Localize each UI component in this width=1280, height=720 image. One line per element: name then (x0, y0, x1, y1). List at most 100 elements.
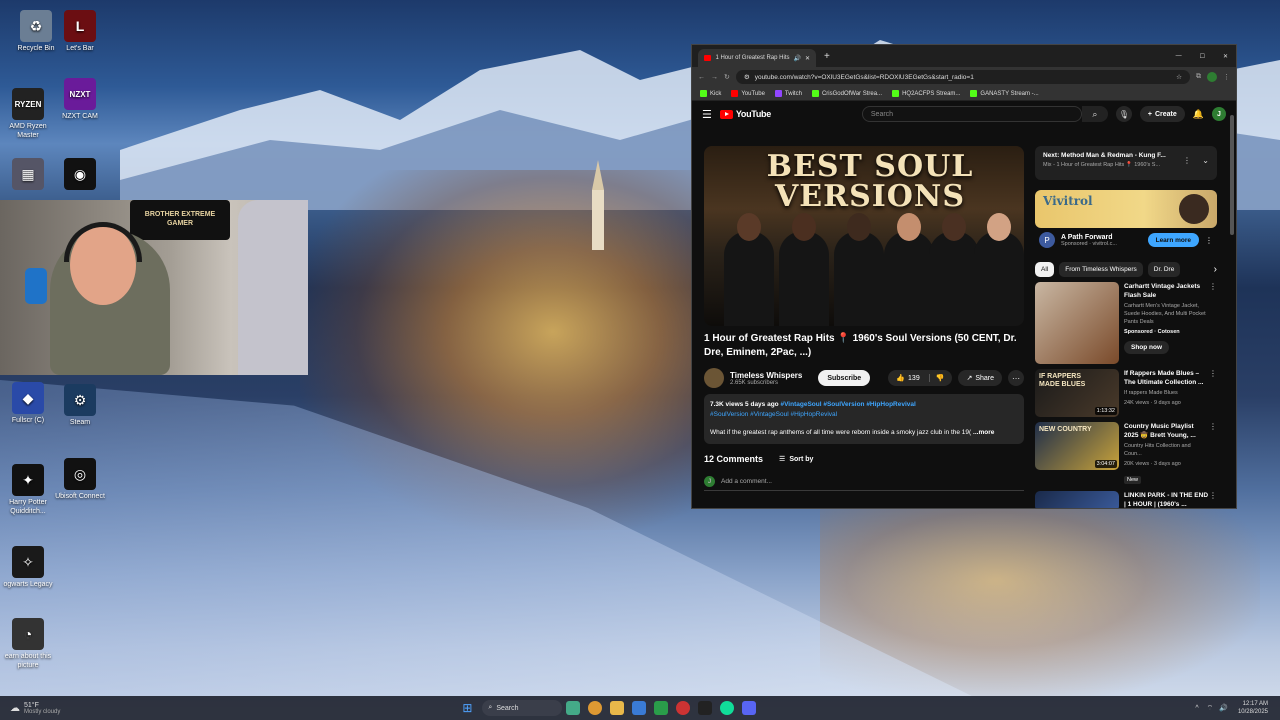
ad-banner[interactable]: Vivitrol (1035, 190, 1217, 228)
discord-icon[interactable] (742, 701, 757, 715)
close-tab-icon[interactable]: ✕ (805, 55, 810, 62)
site-info-icon[interactable]: ⚙ (744, 73, 750, 81)
edge-icon[interactable] (720, 701, 735, 715)
clock[interactable]: 12:17 AM 10/28/2025 (1238, 700, 1268, 716)
file-explorer-icon[interactable] (566, 701, 581, 715)
bookmark-item[interactable]: HQ2ACFPS Stream... (892, 90, 960, 97)
url-bar[interactable]: ⚙ youtube.com/watch?v=OXlU3EGetGs&list=R… (735, 70, 1190, 84)
search-input[interactable]: Search (861, 106, 1082, 122)
microphone-icon[interactable]: 🎙 (1115, 106, 1132, 122)
recommendation-title[interactable]: LINKIN PARK - IN THE END | 1 HOUR | (196… (1124, 491, 1209, 508)
sort-button[interactable]: ☰ Sort by (779, 455, 813, 464)
folder-icon[interactable] (610, 701, 625, 715)
tab-youtube[interactable]: 1 Hour of Greatest Rap Hits 🔊 ✕ (698, 49, 816, 67)
profile-icon[interactable] (1207, 72, 1217, 82)
new-tab-icon[interactable]: + (824, 51, 830, 62)
wifi-icon[interactable]: ⌔ (1207, 704, 1214, 713)
taskbar-search[interactable]: ⌕ Search (482, 700, 563, 716)
more-actions-icon[interactable]: ⋯ (1008, 370, 1024, 386)
recommendation-menu-icon[interactable]: ⋮ (1209, 422, 1217, 431)
extensions-icon[interactable]: ⧉ (1196, 73, 1201, 81)
browser-window[interactable]: 1 Hour of Greatest Rap Hits 🔊 ✕ + — ☐ ✕ … (691, 44, 1237, 509)
hamburger-icon[interactable]: ☰ (702, 108, 712, 121)
recommendation-title[interactable]: Carhartt Vintage Jackets Flash Sale (1124, 282, 1209, 300)
desktop-icon[interactable]: ⚙ Steam (52, 384, 108, 427)
desktop-icon[interactable]: NZXT NZXT CAM (52, 78, 108, 121)
windows-start-icon[interactable]: ⊞ (462, 701, 472, 715)
xbox-icon[interactable] (654, 701, 669, 715)
video-thumbnail[interactable]: IF RAPPERS MADE BLUES 1:13:32 (1035, 369, 1119, 417)
weather-widget[interactable]: ☁ 51°F Mostly cloudy (10, 702, 60, 715)
add-comment-field[interactable]: J Add a comment... (704, 476, 1024, 491)
desktop-icon[interactable]: ◆ Fullscr (C) (0, 382, 56, 425)
youtube-logo[interactable]: YouTube (719, 109, 771, 119)
channel-name[interactable]: Timeless Whispers (730, 371, 802, 380)
learn-more-button[interactable]: Learn more (1147, 233, 1199, 247)
filter-chip[interactable]: From Timeless Whispers (1059, 262, 1143, 277)
search-icon[interactable]: ⌕ (1081, 106, 1108, 122)
bookmark-item[interactable]: Kick (700, 90, 721, 97)
bookmark-star-icon[interactable]: ☆ (1176, 73, 1182, 81)
desktop-icon[interactable]: ◔ earn about this picture (0, 618, 56, 670)
like-button[interactable]: 👍 139 👎 (888, 370, 953, 386)
app-icon[interactable] (676, 701, 691, 715)
subscribe-button[interactable]: Subscribe (818, 370, 871, 386)
chrome-icon[interactable] (588, 701, 603, 715)
video-player[interactable]: BEST SOUL VERSIONS (704, 146, 1024, 326)
bookmark-item[interactable]: CrisGodOfWar Strea... (811, 90, 882, 97)
reload-icon[interactable]: ↻ (724, 73, 730, 81)
recommendation-menu-icon[interactable]: ⋮ (1209, 282, 1217, 291)
ad-menu-icon[interactable]: ⋮ (1205, 236, 1213, 245)
maximize-icon[interactable]: ☐ (1200, 53, 1205, 60)
filter-chip[interactable]: All (1035, 262, 1055, 277)
avatar[interactable]: J (1212, 107, 1226, 121)
chevron-down-icon[interactable]: ⌄ (1202, 156, 1209, 165)
hashtags-line1[interactable]: #VintageSoul #SoulVersion #HipHopRevival (780, 401, 915, 408)
speaker-icon[interactable]: 🔊 (793, 55, 800, 62)
recommendation-menu-icon[interactable]: ⋮ (1209, 369, 1217, 378)
store-icon[interactable] (632, 701, 647, 715)
recommendation-item[interactable]: LINKIN PARK - IN THE END | 1 HOUR | (196… (1035, 491, 1217, 508)
hashtags-line2[interactable]: #SoulVersion #VintageSoul #HipHopRevival (710, 410, 1018, 420)
filter-chip[interactable]: Dr. Dre (1147, 262, 1181, 277)
recommendation-title[interactable]: Country Music Playlist 2025 🤠 Brett Youn… (1124, 422, 1209, 440)
up-next-panel[interactable]: Next: Method Man & Redman - Kung F... Mi… (1035, 146, 1217, 180)
desktop-icon[interactable]: RYZEN AMD Ryzen Master (0, 88, 56, 140)
volume-icon[interactable]: 🔊 (1219, 704, 1228, 712)
more-link[interactable]: ...more (973, 429, 994, 436)
desktop-icon[interactable]: ◉ (52, 158, 108, 192)
desktop-icon[interactable]: L Let's Bar (52, 10, 108, 53)
close-window-icon[interactable]: ✕ (1223, 53, 1228, 60)
up-next-menu-icon[interactable]: ⋮ (1183, 156, 1191, 165)
video-thumbnail[interactable]: NEW COUNTRY 3:04:07 (1035, 422, 1119, 470)
channel-avatar[interactable] (704, 368, 724, 388)
recommendation-menu-icon[interactable]: ⋮ (1209, 491, 1217, 500)
recommendation-item[interactable]: Carhartt Vintage Jackets Flash Sale Carha… (1035, 282, 1217, 364)
recommendation-item[interactable]: NEW COUNTRY 3:04:07 Country Music Playlist… (1035, 422, 1217, 486)
create-button[interactable]: + Create (1139, 106, 1185, 122)
desktop-icon[interactable]: ✧ ogwarts Legacy (0, 546, 56, 589)
menu-icon[interactable]: ⋮ (1223, 73, 1230, 81)
description-box[interactable]: 7.3K views 5 days ago #VintageSoul #Soul… (704, 394, 1024, 444)
bookmark-item[interactable]: Twitch (774, 90, 802, 97)
video-thumbnail[interactable] (1035, 282, 1119, 364)
share-button[interactable]: ↗ Share (958, 370, 1002, 386)
recommendation-item[interactable]: IF RAPPERS MADE BLUES 1:13:32 If Rappers M… (1035, 369, 1217, 417)
desktop-icon[interactable]: ✦ Harry Potter Quidditch... (0, 464, 56, 516)
desktop-icon[interactable]: ◎ Ubisoft Connect (52, 458, 108, 501)
tray-chevron-icon[interactable]: ^ (1195, 705, 1198, 712)
epic-games-icon[interactable] (698, 701, 713, 715)
scrollbar[interactable] (1230, 115, 1234, 235)
shop-now-button[interactable]: Shop now (1124, 341, 1170, 354)
recommendation-title[interactable]: If Rappers Made Blues – The Ultimate Col… (1124, 369, 1209, 387)
forward-icon[interactable]: → (711, 74, 718, 81)
minimize-icon[interactable]: — (1176, 53, 1182, 59)
bookmark-item[interactable]: GANASTY Stream -... (970, 90, 1039, 97)
video-thumbnail[interactable] (1035, 491, 1119, 508)
back-icon[interactable]: ← (698, 74, 705, 81)
desktop-icon[interactable]: ▦ (0, 158, 56, 192)
notifications-bell-icon[interactable]: 🔔 (1193, 109, 1204, 120)
chevron-right-icon[interactable]: › (1214, 264, 1217, 275)
bookmark-item[interactable]: YouTube (731, 90, 765, 97)
thumbs-down-icon[interactable]: 👎 (928, 374, 944, 382)
